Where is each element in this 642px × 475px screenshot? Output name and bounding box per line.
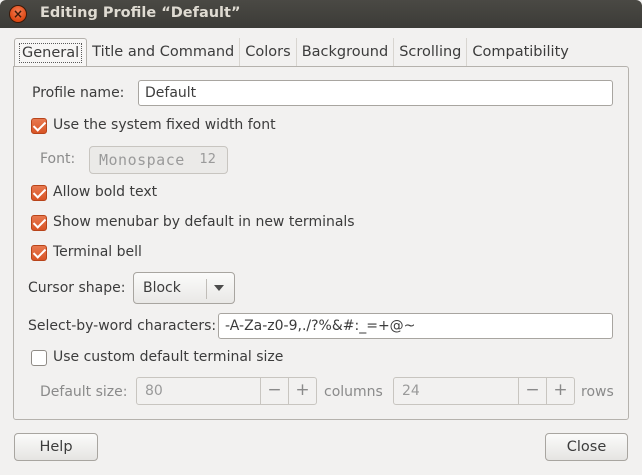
- font-chooser-button[interactable]: Monospace 12: [89, 146, 228, 174]
- columns-increment-button[interactable]: +: [288, 378, 316, 404]
- help-button[interactable]: Help: [14, 433, 98, 461]
- tab-label: Background: [301, 44, 389, 60]
- profile-name-input[interactable]: Default: [138, 80, 613, 106]
- terminal-bell-checkbox[interactable]: [31, 245, 47, 261]
- allow-bold-label: Allow bold text: [53, 184, 158, 200]
- dropdown-separator: [206, 279, 207, 299]
- window-title: Editing Profile “Default”: [40, 5, 241, 21]
- columns-label: columns: [324, 384, 383, 400]
- tab-title-and-command[interactable]: Title and Command: [87, 38, 241, 66]
- tab-label: Compatibility: [472, 44, 569, 60]
- tab-general[interactable]: General: [14, 38, 88, 67]
- close-window-icon[interactable]: ×: [9, 5, 27, 23]
- custom-size-checkbox[interactable]: [31, 350, 47, 366]
- profile-name-label: Profile name:: [32, 85, 125, 101]
- rows-decrement-button[interactable]: −: [518, 378, 546, 404]
- rows-spinbutton[interactable]: 24 − +: [393, 377, 575, 405]
- select-by-word-input[interactable]: -A-Za-z0-9,./?%&#:_=+@~: [218, 313, 613, 339]
- rows-increment-button[interactable]: +: [546, 378, 574, 404]
- rows-value: 24: [402, 383, 420, 399]
- cursor-shape-value: Block: [143, 280, 181, 296]
- tab-label: General: [19, 43, 83, 63]
- select-by-word-label: Select-by-word characters:: [28, 318, 217, 334]
- window-titlebar: × Editing Profile “Default”: [0, 0, 642, 28]
- columns-spinbutton[interactable]: 80 − +: [136, 377, 317, 405]
- tab-bar: General Title and Command Colors Backgro…: [14, 38, 574, 67]
- custom-size-label: Use custom default terminal size: [53, 349, 284, 365]
- tab-background[interactable]: Background: [297, 38, 395, 66]
- show-menubar-checkbox[interactable]: [31, 215, 47, 231]
- show-menubar-label: Show menubar by default in new terminals: [53, 214, 355, 230]
- tab-scrolling[interactable]: Scrolling: [394, 38, 468, 66]
- tab-label: Colors: [245, 44, 291, 60]
- font-name: Monospace: [99, 151, 185, 169]
- use-system-font-checkbox[interactable]: [31, 118, 47, 134]
- close-button[interactable]: Close: [545, 433, 628, 461]
- cursor-shape-dropdown[interactable]: Block: [133, 272, 235, 304]
- allow-bold-checkbox[interactable]: [31, 185, 47, 201]
- font-size: 12: [199, 152, 216, 167]
- tab-label: Title and Command: [92, 44, 235, 60]
- tab-compatibility[interactable]: Compatibility: [467, 38, 573, 66]
- cursor-shape-label: Cursor shape:: [28, 280, 126, 296]
- tab-label: Scrolling: [399, 44, 462, 60]
- terminal-bell-label: Terminal bell: [53, 244, 142, 260]
- use-system-font-label: Use the system fixed width font: [53, 117, 276, 133]
- tab-colors[interactable]: Colors: [240, 38, 297, 66]
- columns-decrement-button[interactable]: −: [260, 378, 288, 404]
- default-size-label: Default size:: [40, 384, 128, 400]
- font-label: Font:: [40, 151, 76, 167]
- columns-value: 80: [145, 383, 163, 399]
- chevron-down-icon: [214, 285, 224, 291]
- rows-label: rows: [581, 384, 614, 400]
